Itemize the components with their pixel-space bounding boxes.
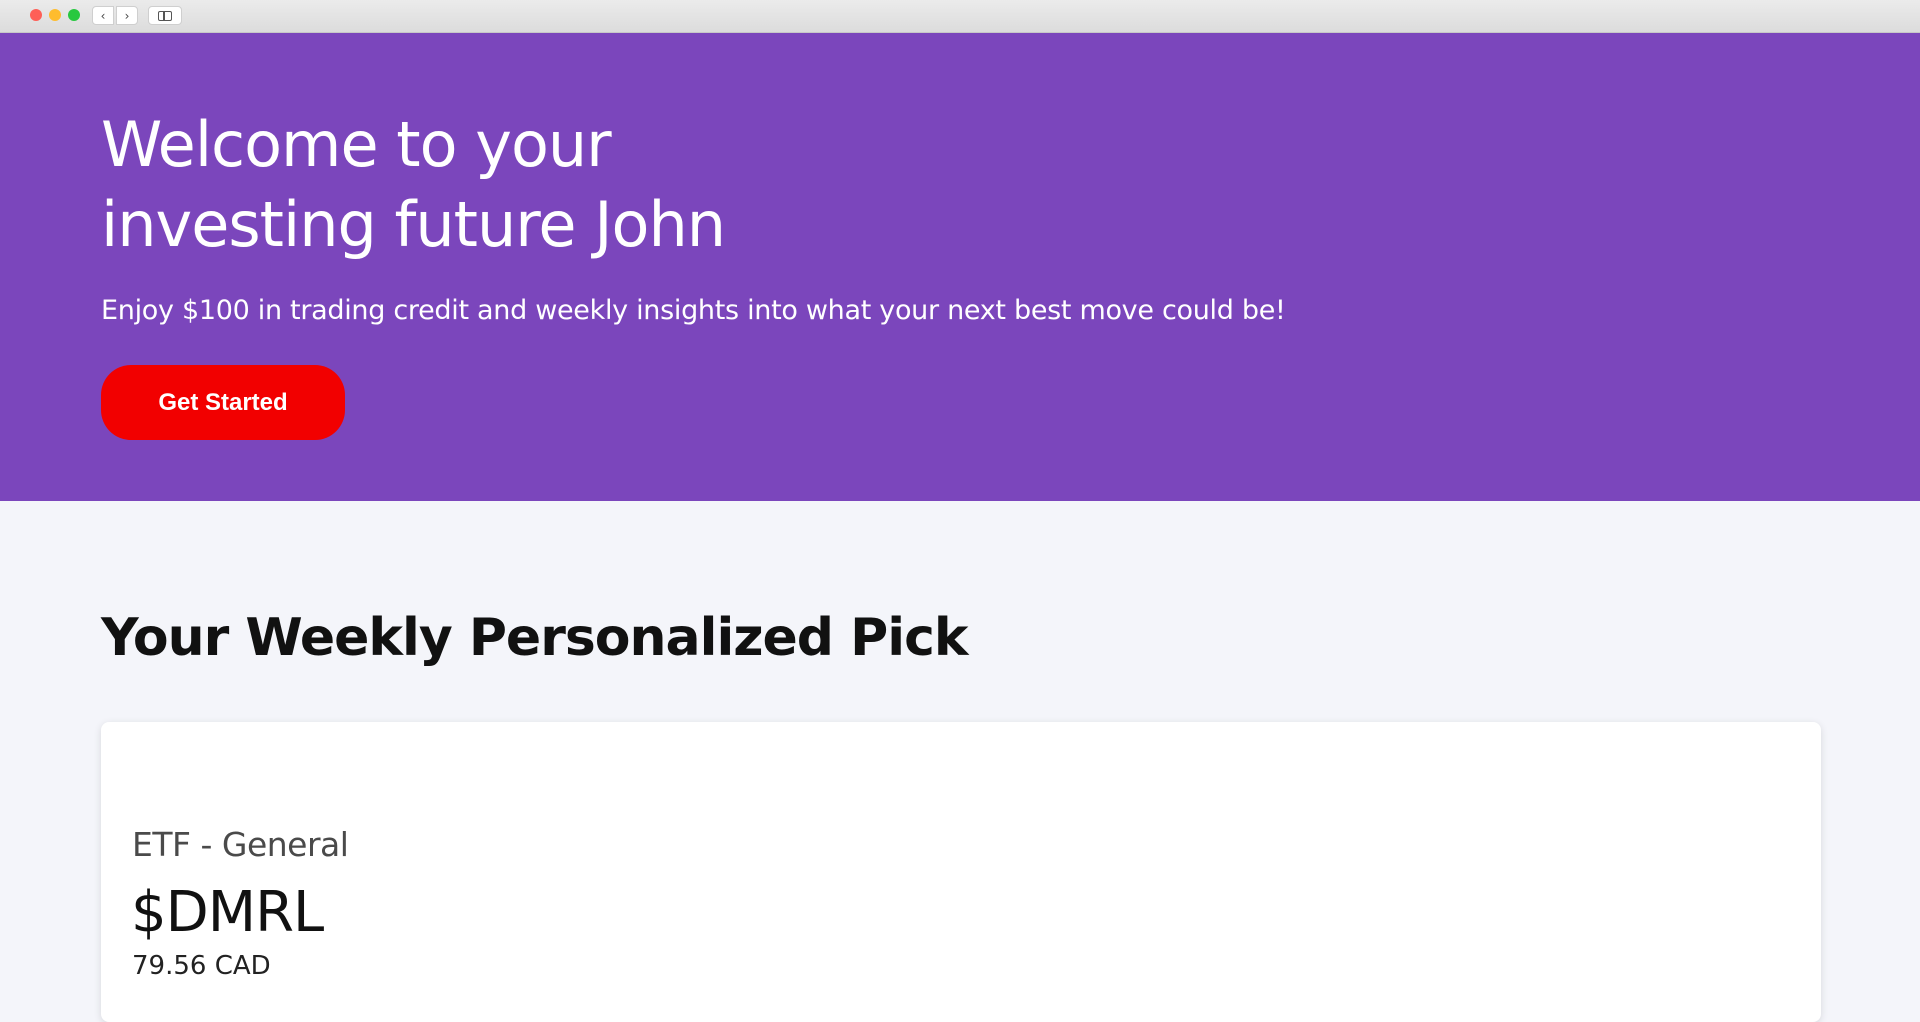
pick-ticker: $DMRL [131, 880, 324, 945]
close-window-button[interactable] [30, 9, 42, 21]
pick-price: 79.56 CAD [132, 951, 271, 981]
hero-banner: Welcome to your investing future John En… [0, 33, 1920, 501]
sidebar-icon [158, 10, 172, 21]
hero-subtitle: Enjoy $100 in trading credit and weekly … [101, 295, 1286, 326]
minimize-window-button[interactable] [49, 9, 61, 21]
sidebar-toggle-button[interactable] [148, 6, 182, 25]
hero-title-line-2: investing future John [101, 188, 726, 261]
get-started-button[interactable]: Get Started [101, 365, 345, 440]
pick-category: ETF - General [132, 825, 349, 864]
chevron-left-icon: ‹ [100, 8, 106, 23]
maximize-window-button[interactable] [68, 9, 80, 21]
hero-title: Welcome to your investing future John [101, 105, 801, 265]
back-button[interactable]: ‹ [92, 6, 114, 25]
forward-button[interactable]: › [116, 6, 138, 25]
hero-title-line-1: Welcome to your [101, 108, 612, 181]
weekly-pick-card[interactable]: ETF - General $DMRL 79.56 CAD [101, 722, 1821, 1022]
weekly-pick-title: Your Weekly Personalized Pick [101, 608, 968, 668]
chevron-right-icon: › [124, 8, 130, 23]
browser-toolbar: ‹ › [0, 0, 1920, 33]
